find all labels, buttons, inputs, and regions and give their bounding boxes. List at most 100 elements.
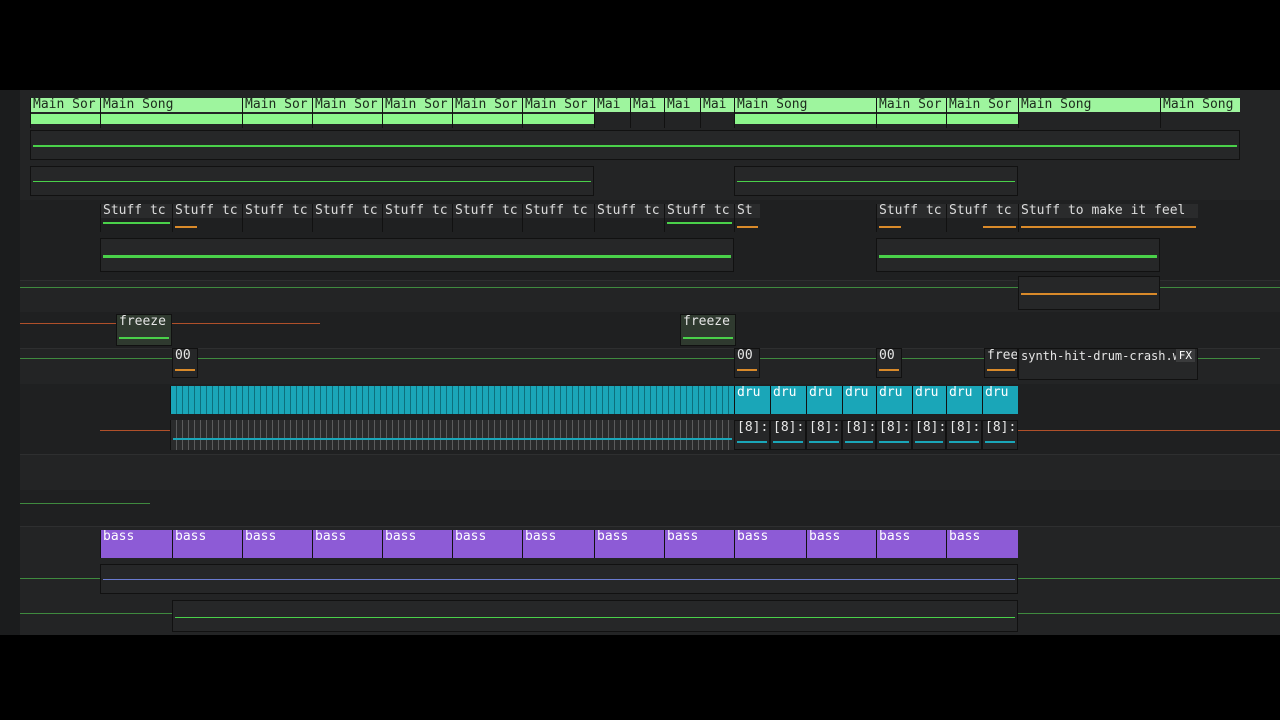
clip-label: bass xyxy=(383,530,452,544)
bass-sub-clip[interactable] xyxy=(172,600,1018,632)
song-sub-clip[interactable] xyxy=(734,166,1018,196)
bass-clip[interactable]: bass xyxy=(664,530,734,558)
stuff-clip[interactable]: Stuff tc xyxy=(382,204,452,232)
bass-clip[interactable]: bass xyxy=(522,530,594,558)
bass-clip[interactable]: bass xyxy=(594,530,664,558)
bass-clip[interactable]: bass xyxy=(876,530,946,558)
bass-clip[interactable]: bass xyxy=(312,530,382,558)
freeze-clip[interactable]: free xyxy=(984,348,1018,378)
song-clip[interactable]: Mai xyxy=(700,98,734,128)
drum-clip[interactable]: dru xyxy=(770,386,806,414)
clip-band xyxy=(877,114,946,124)
bass-clip[interactable]: bass xyxy=(452,530,522,558)
drum-clip[interactable]: dru xyxy=(946,386,982,414)
drum-clip[interactable]: dru xyxy=(876,386,912,414)
clip-band xyxy=(947,114,1018,124)
song-clip[interactable]: Main Sor xyxy=(312,98,382,128)
song-sub-clip[interactable] xyxy=(30,166,594,196)
song-clip[interactable]: Main Song xyxy=(1018,98,1160,128)
stuff-clip[interactable]: Stuff tc xyxy=(172,204,242,232)
clip-band xyxy=(243,114,312,124)
stuff-clip[interactable]: Stuff tc xyxy=(312,204,382,232)
freeze-clip[interactable]: freeze xyxy=(680,314,736,346)
clip-label: bass xyxy=(595,530,664,544)
clip-line xyxy=(845,441,873,443)
bass-clip[interactable]: bass xyxy=(172,530,242,558)
stuff-clip[interactable]: Stuff tc xyxy=(242,204,312,232)
clip-label: bass xyxy=(735,530,806,544)
drum-clip[interactable]: dru xyxy=(912,386,946,414)
song-clip[interactable]: Main Sor xyxy=(522,98,594,128)
song-clip[interactable]: Main Song xyxy=(734,98,876,128)
stuff-clip[interactable]: Stuff tc xyxy=(876,204,946,232)
bass-sub-clip[interactable] xyxy=(100,564,1018,594)
clip-label: 00 xyxy=(175,349,191,363)
crash-clip[interactable]: synth-hit-drum-crash.w FX xyxy=(1018,348,1198,380)
clip-label: synth-hit-drum-crash.w xyxy=(1021,349,1180,363)
fx-badge[interactable]: FX xyxy=(1175,349,1195,362)
song-clip[interactable]: Main Sor xyxy=(876,98,946,128)
clip-label: [8]: xyxy=(773,421,805,435)
bass-clip[interactable]: bass xyxy=(946,530,1018,558)
song-clip[interactable]: Main Song xyxy=(1160,98,1240,128)
song-clip[interactable]: Main Song xyxy=(100,98,242,128)
stuff-clip[interactable]: Stuff to make it feel xyxy=(1018,204,1198,232)
arrangement-view[interactable]: Main Sor Main Song Main Sor Main Sor Mai… xyxy=(20,90,1280,635)
song-clip[interactable]: Main Sor xyxy=(452,98,522,128)
bass-clip[interactable]: bass xyxy=(734,530,806,558)
bass-clip[interactable]: bass xyxy=(100,530,172,558)
stuff-sub-clip[interactable] xyxy=(1018,276,1160,310)
song-clip[interactable]: Main Sor xyxy=(946,98,1018,128)
drum-sub-clip[interactable]: [8]: xyxy=(912,420,946,450)
drum-sub-clip[interactable]: [8]: xyxy=(734,420,770,450)
stuff-clip[interactable]: Stuff tc xyxy=(452,204,522,232)
freeze-clip[interactable]: freeze xyxy=(116,314,172,346)
stuff-clip[interactable]: Stuff tc xyxy=(664,204,734,232)
song-clip[interactable]: Mai xyxy=(664,98,700,128)
song-clip[interactable]: Mai xyxy=(630,98,664,128)
waveform-line xyxy=(33,181,591,182)
stuff-sub-clip[interactable] xyxy=(876,238,1160,272)
drum-sub-clip[interactable]: [8]: xyxy=(770,420,806,450)
stuff-clip[interactable]: Stuff tc xyxy=(522,204,594,232)
bass-clip[interactable]: bass xyxy=(806,530,876,558)
drum-clip[interactable]: dru xyxy=(982,386,1018,414)
stuff-clip[interactable]: Stuff tc xyxy=(946,204,1018,232)
stuff-clip[interactable]: St xyxy=(734,204,760,232)
song-clip[interactable]: Main Sor xyxy=(30,98,100,128)
stuff-clip[interactable]: Stuff tc xyxy=(594,204,664,232)
clip-label: bass xyxy=(243,530,312,544)
drum-sub-clip[interactable]: [8]: xyxy=(842,420,876,450)
song-clip[interactable]: Mai xyxy=(594,98,630,128)
bass-clip[interactable]: bass xyxy=(382,530,452,558)
clip-label: 00 xyxy=(879,349,895,363)
clip-line xyxy=(879,226,901,228)
clip-line xyxy=(175,226,197,228)
automation-line[interactable] xyxy=(20,503,150,504)
marker-clip[interactable]: 00 xyxy=(172,348,198,378)
drum-pattern[interactable] xyxy=(170,386,734,414)
clip-label: bass xyxy=(523,530,594,544)
clip-line xyxy=(175,369,195,371)
song-clip[interactable]: Main Sor xyxy=(242,98,312,128)
drum-pattern-sub[interactable] xyxy=(170,420,734,450)
marker-clip[interactable]: 00 xyxy=(876,348,902,378)
drum-clip[interactable]: dru xyxy=(842,386,876,414)
drum-sub-clip[interactable]: [8]: xyxy=(806,420,842,450)
waveform-line xyxy=(175,617,1015,618)
song-sub-clip[interactable] xyxy=(30,130,1240,160)
drum-sub-clip[interactable]: [8]: xyxy=(876,420,912,450)
clip-label: Stuff tc xyxy=(313,204,382,218)
drum-sub-clip[interactable]: [8]: xyxy=(982,420,1018,450)
bass-clip[interactable]: bass xyxy=(242,530,312,558)
stuff-clip[interactable]: Stuff tc xyxy=(100,204,172,232)
drum-clip[interactable]: dru xyxy=(734,386,770,414)
clip-label: free xyxy=(987,349,1017,363)
song-clip[interactable]: Main Sor xyxy=(382,98,452,128)
drum-clip[interactable]: dru xyxy=(806,386,842,414)
clip-line xyxy=(737,226,758,228)
stuff-sub-clip[interactable] xyxy=(100,238,734,272)
drum-sub-clip[interactable]: [8]: xyxy=(946,420,982,450)
marker-clip[interactable]: 00 xyxy=(734,348,760,378)
clip-label: St xyxy=(735,204,760,218)
